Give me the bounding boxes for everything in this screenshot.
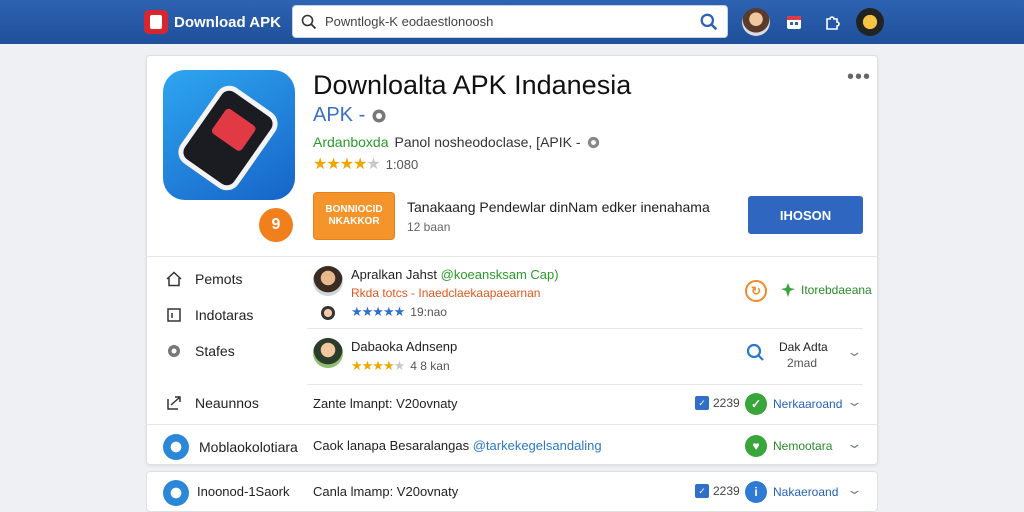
reviewer-small-avatar [321,306,335,320]
row-text: Canla lmamp: V20ovnaty [313,484,459,499]
review-stars-icon: ★★★★★ [351,304,405,319]
nav-item-neaunnos[interactable]: Neaunnos [163,392,259,414]
info-icon[interactable]: i [745,481,767,503]
brand-logo-icon [144,10,168,34]
divider [147,424,877,425]
app-name[interactable]: Inoonod-1Saork [197,484,290,499]
row-action-label[interactable]: Nakaeroand [773,485,838,499]
review-action-label[interactable]: Dak Adta [779,340,828,354]
chevron-down-icon[interactable]: ⌄ [846,394,862,410]
nav-item-indotaras[interactable]: Indotaras [163,304,253,326]
nav-item-stafes[interactable]: Stafes [163,340,235,362]
search-input[interactable] [325,14,691,29]
search-submit-icon[interactable] [691,13,727,31]
search-icon[interactable] [745,342,765,362]
review-action-sub: 2mad [787,356,818,370]
app-description-sub: 12 baan [407,220,451,234]
divider [147,256,877,257]
dot-icon [163,340,185,362]
share-icon [163,392,185,414]
like-icon: ✓ [695,484,709,498]
brand-name: Download APK [174,13,281,31]
nav-item-label: Neaunnos [195,395,259,411]
like-count[interactable]: ✓ 2239 [695,484,740,498]
app-icon [163,434,189,460]
developer-row: Ardanboxda Panol nosheodoclase, [APIK - [313,134,600,150]
calendar-icon[interactable] [780,8,808,36]
search-bar [292,5,728,38]
rating-row: ★★★★★ 1:080 [313,154,418,174]
chevron-down-icon[interactable]: ⌄ [846,436,862,452]
user-avatar[interactable] [742,8,770,36]
app-details-card: 9 ••• Downloalta APK Indanesia APK - Ard… [146,55,878,465]
rating-count: 1:080 [385,156,419,172]
review-action-label[interactable]: Itorebdaeana [801,283,872,297]
nav-item-label: Moblaokolotiara [199,439,298,455]
brand[interactable]: Download APK [144,9,281,35]
search-icon [293,14,325,30]
developer-subtitle: Panol nosheodoclase, [APIK - [394,134,581,150]
more-options-icon[interactable]: ••• [847,66,871,89]
row-action-label[interactable]: Nerkaaroand [773,397,842,411]
nav-item-moblaokolotiara[interactable]: Moblaokolotiara [163,434,298,460]
chevron-down-icon[interactable]: ⌄ [846,482,862,498]
profile-badge-icon[interactable] [856,8,884,36]
app-list-card: Inoonod-1Saork Canla lmamp: V20ovnaty ✓ … [146,471,878,512]
app-icon-graphic [172,80,284,196]
app-icon [163,70,295,200]
reviewer-avatar[interactable] [313,338,343,368]
app-title: Downloalta APK Indanesia [313,70,632,100]
row-action-label[interactable]: Nemootara [773,439,832,453]
review-rating-row: ★★★★★ 4 8 kan [351,358,450,374]
home-icon [163,268,185,290]
like-icon: ✓ [695,396,709,410]
app-type-row: APK - [313,104,387,127]
review-rating-row: ★★★★★ 19:nao [351,304,447,320]
heart-icon[interactable]: ♥ [745,435,767,457]
reviewer-name: Apralkan Jahst @koeansksam Cap) [351,267,559,282]
bracket-icon [163,304,185,326]
developer-name[interactable]: Ardanboxda [313,134,389,150]
nav-item-label: Pemots [195,271,243,287]
top-bar: Download APK [0,0,1024,44]
review-stars-icon: ★★★★★ [351,358,405,373]
globe-icon [372,109,386,122]
app-description: Tanakaang Pendewlar dinNam edker inenaha… [407,199,710,215]
top-actions [742,8,884,36]
refresh-icon[interactable]: ↻ [745,280,767,302]
divider [307,328,863,329]
nav-item-pemots[interactable]: Pemots [163,268,242,290]
reviewer-name: Dabaoka Adnsenp [351,339,458,354]
app-icon [163,480,189,506]
primary-action-button[interactable]: IHOSON [748,196,863,234]
leaf-icon [781,283,795,297]
row-text: Zante lmanpt: V20ovnaty [313,396,458,411]
info-icon [587,136,599,148]
review-time: 4 8 kan [410,359,450,373]
chevron-down-icon[interactable]: ⌄ [846,344,862,360]
review-time: 19:nao [410,305,447,319]
version-badge[interactable]: 9 [259,208,293,242]
app-type: APK - [313,104,366,126]
rating-stars-icon: ★★★★★ [313,156,381,173]
nav-item-label: Indotaras [195,307,254,323]
puzzle-icon[interactable] [818,8,846,36]
review-highlight: Rkda totcs - Inaedclaekaapaearnan [351,286,541,300]
nav-item-label: Stafes [195,343,235,359]
install-button[interactable]: BONNIOCID NKAKKOR [313,192,395,240]
reviewer-avatar[interactable] [313,266,343,296]
like-count[interactable]: ✓ 2239 [695,396,740,410]
check-icon[interactable]: ✓ [745,393,767,415]
divider [307,384,863,385]
row-text: Caok lanapa Besaralangas @tarkekegelsand… [313,438,602,453]
